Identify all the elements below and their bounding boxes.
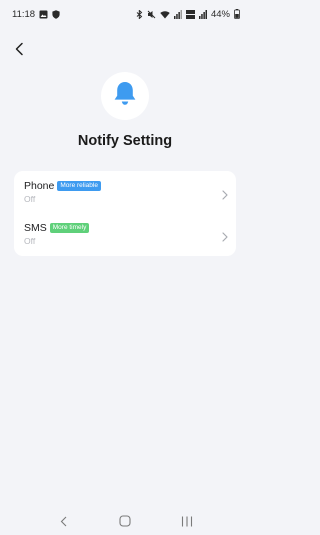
reliable-badge: More reliable [57,180,101,192]
sms-label: SMS [24,222,47,234]
chevron-left-icon [14,42,24,61]
phone-label: Phone [24,180,55,192]
hero: Notify Setting [0,72,250,149]
status-bar: 11:18 44% [0,0,250,28]
signal-icon [173,9,182,19]
gallery-icon [39,10,48,19]
wifi-icon [160,10,170,19]
back-nav-icon [60,514,67,532]
chevron-right-icon [222,229,228,247]
page-title: Notify Setting [77,133,173,149]
status-right: 44% [136,9,240,20]
volte-icon [185,9,195,19]
status-time: 11:18 [12,8,36,20]
shield-icon [52,9,60,19]
recents-nav-icon [181,514,193,532]
phone-notify-row[interactable]: Phone More reliable Off [14,171,236,213]
nav-back-button[interactable] [48,513,78,533]
back-button[interactable] [8,40,30,62]
sms-status: Off [24,236,36,246]
bluetooth-icon [136,9,143,19]
battery-percent: 44% [210,8,230,20]
phone-status: Off [24,194,36,204]
settings-card: Phone More reliable Off SMS More timely … [14,171,236,256]
bell-icon [112,80,138,112]
row-head: Phone More reliable [24,180,226,192]
mute-icon [147,10,156,19]
row-head: SMS More timely [24,222,226,234]
sms-notify-row[interactable]: SMS More timely Off [14,213,236,255]
system-nav-bar [0,511,250,535]
chevron-right-icon [222,187,228,205]
nav-home-button[interactable] [110,513,140,533]
nav-recents-button[interactable] [172,513,202,533]
home-nav-icon [119,514,131,532]
timely-badge: More timely [49,222,90,234]
battery-icon [234,9,240,19]
status-left: 11:18 [12,9,60,20]
signal-icon [198,9,207,19]
bell-badge [101,72,149,120]
